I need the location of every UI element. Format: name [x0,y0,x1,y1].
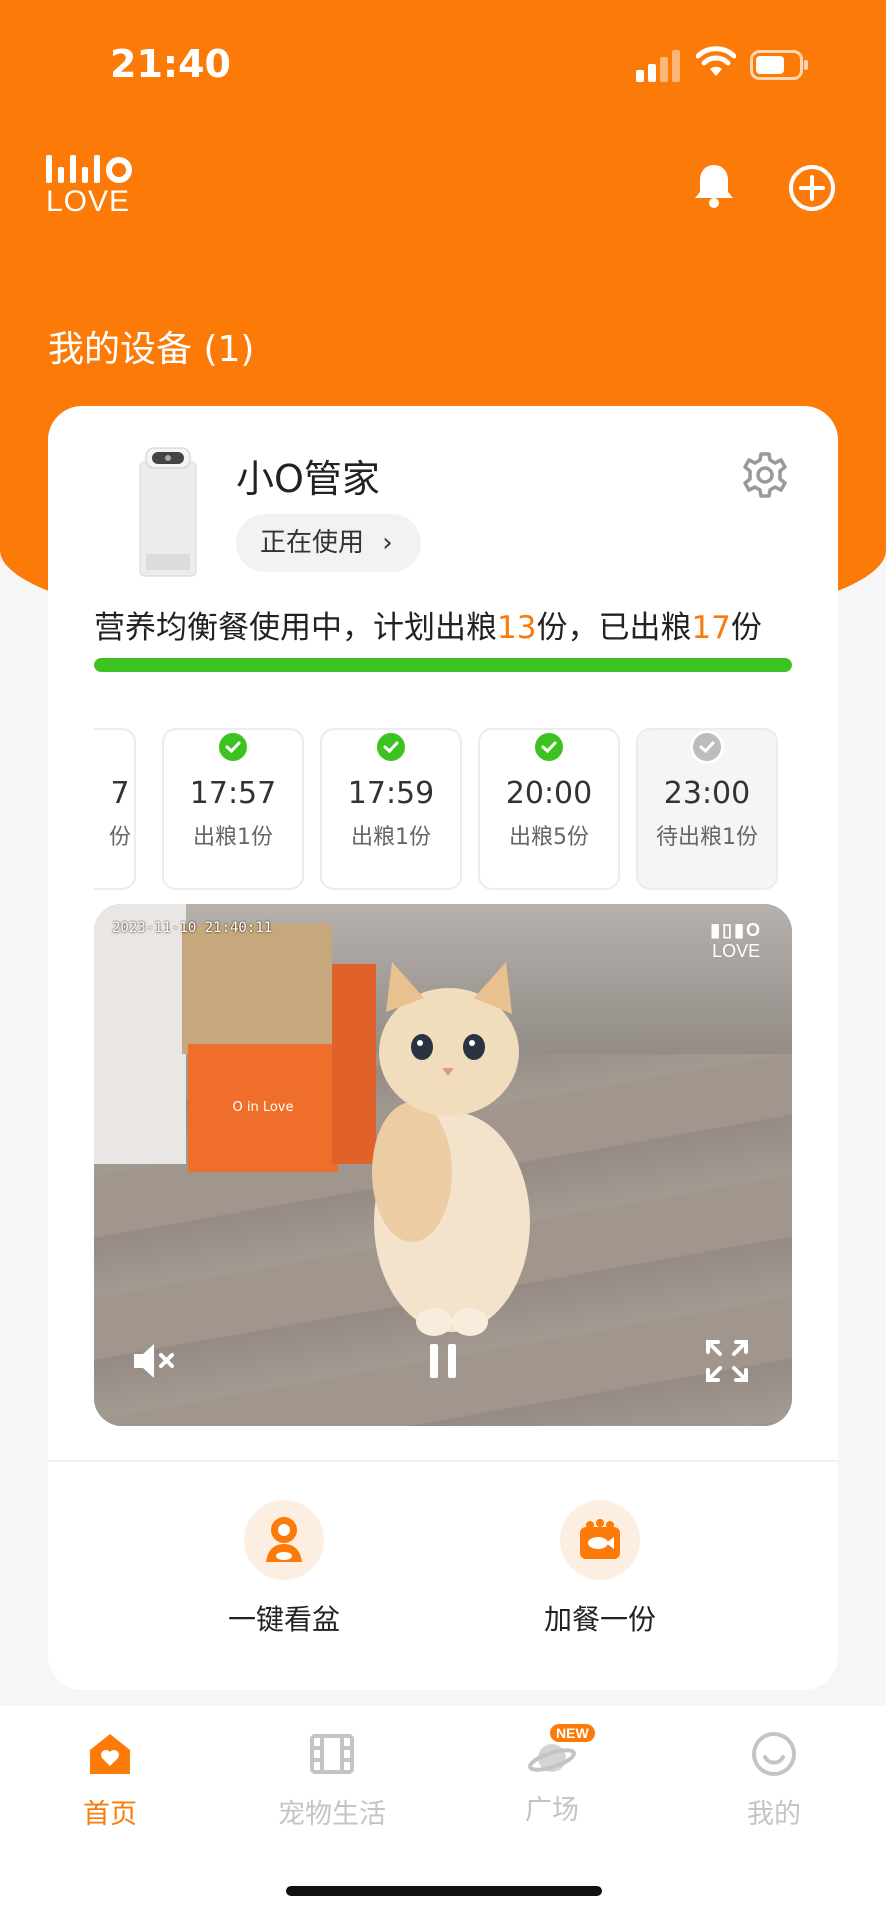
slot-time: 17:59 [347,776,435,811]
new-badge: NEW [550,1724,595,1742]
cellular-signal-icon [636,48,682,82]
schedule-slot[interactable]: 17:59 出粮1份 [320,728,462,890]
mute-icon[interactable] [130,1336,180,1386]
slot-time: 20:00 [505,776,593,811]
wifi-icon [696,46,736,76]
planned-portions: 13 [497,610,537,646]
status-bar: 21:40 [0,0,886,120]
feeding-progress-bar [94,658,792,672]
video-box [182,924,332,1054]
slot-status: 待出粮1份 [656,825,758,850]
home-indicator[interactable] [286,1886,602,1896]
plan-prefix: 营养均衡餐使用中，计划出粮 [94,610,497,646]
device-card: 小O管家 正在使用 › 营养均衡餐使用中，计划出粮13份，已出粮17份 7 份 … [48,406,838,1690]
feeder-device-image [139,447,197,577]
progress-fill [94,658,792,672]
plan-suffix: 份 [730,610,762,646]
schedule-slot[interactable]: 23:00 待出粮1份 [636,728,778,890]
check-bowl-button[interactable]: 一键看盆 [184,1500,384,1638]
dispensed-portions: 17 [691,610,731,646]
check-icon [374,730,408,764]
food-bowl-icon [560,1500,640,1580]
check-icon [532,730,566,764]
camera-person-icon [244,1500,324,1580]
slot-time: 23:00 [663,776,751,811]
cat-image [372,962,530,1336]
live-camera-view[interactable]: O in Love 2023-11-10 21:40:11 ▮▯▮O LOVE [94,904,792,1426]
logo-mark-icon [46,155,132,183]
brand-logo: LOVE [46,155,132,219]
film-icon [310,1734,354,1774]
device-status-button[interactable]: 正在使用 › [236,514,421,572]
plan-mid: 份，已出粮 [536,610,692,646]
schedule-slot[interactable]: 17:57 出粮1份 [162,728,304,890]
battery-icon [750,50,808,80]
tab-home[interactable]: 首页 [30,1730,190,1831]
box-label: O in Love [232,1100,294,1115]
video-box-orange: O in Love [188,1044,338,1172]
tab-label: 我的 [747,1799,801,1830]
chevron-right-icon: › [382,528,393,558]
pause-icon[interactable] [418,1336,468,1386]
home-icon [90,1734,130,1774]
planet-icon: NEW [528,1724,595,1778]
schedule-slot[interactable]: 20:00 出粮5份 [478,728,620,890]
slot-time: 17:57 [189,776,277,811]
schedule-slot[interactable]: 7 份 [94,728,136,890]
extra-meal-label: 加餐一份 [543,1603,656,1636]
device-name: 小O管家 [236,457,380,501]
slot-status: 出粮1份 [351,825,431,850]
tab-label: 首页 [83,1799,137,1830]
video-watermark: ▮▯▮O LOVE [710,920,762,962]
check-icon [216,730,250,764]
slot-status: 出粮1份 [193,825,273,850]
tab-label: 宠物生活 [278,1799,386,1830]
tab-pet-life[interactable]: 宠物生活 [252,1730,412,1831]
card-divider [48,1460,838,1462]
watermark-text: LOVE [712,941,761,961]
extra-meal-button[interactable]: 加餐一份 [500,1500,700,1638]
check-icon [690,730,724,764]
slot-status: 出粮5份 [509,825,589,850]
video-door [94,904,186,1164]
smiley-icon [752,1732,796,1776]
feeding-plan-text: 营养均衡餐使用中，计划出粮13份，已出粮17份 [94,602,762,647]
tab-plaza[interactable]: NEW 广场 [472,1724,632,1827]
slot-time: 7 [110,776,130,811]
feeding-schedule[interactable]: 7 份 17:57 出粮1份 17:59 出粮1份 20:00 出粮5份 23:… [94,706,792,896]
status-time: 21:40 [110,42,231,86]
fullscreen-icon[interactable] [702,1336,752,1386]
video-timestamp: 2023-11-10 21:40:11 [112,920,273,936]
add-circle-icon[interactable] [788,164,836,212]
watermark-mark-icon: ▮▯▮O [710,920,762,940]
device-status-label: 正在使用 [260,528,365,558]
tab-label: 广场 [525,1795,579,1826]
logo-word: LOVE [46,185,131,218]
gear-icon[interactable] [740,450,790,500]
bell-icon[interactable] [692,162,736,208]
my-devices-title: 我的设备 (1) [48,329,255,370]
tab-mine[interactable]: 我的 [694,1730,854,1831]
slot-status: 份 [108,825,131,850]
check-bowl-label: 一键看盆 [227,1603,340,1636]
